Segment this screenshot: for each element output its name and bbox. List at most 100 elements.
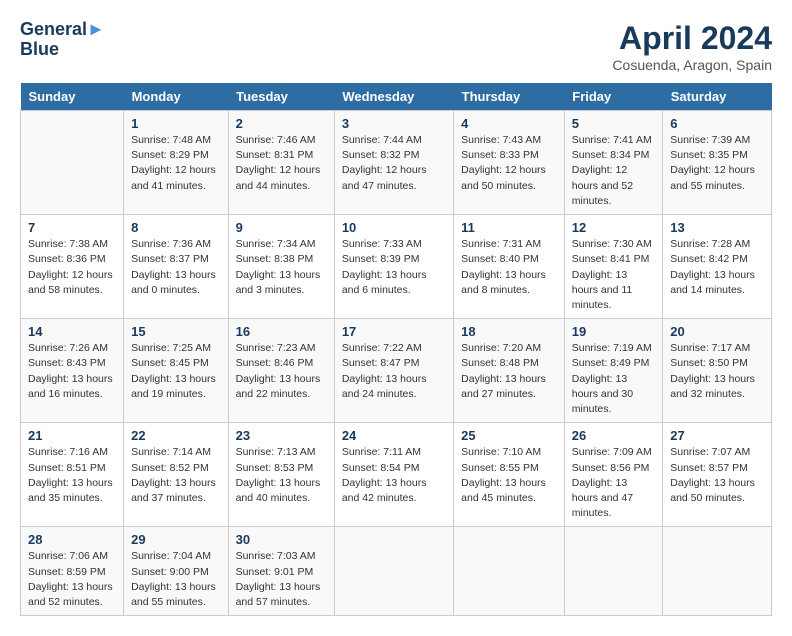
day-number: 12 (572, 220, 655, 235)
calendar-cell: 3 Sunrise: 7:44 AMSunset: 8:32 PMDaylight… (334, 111, 453, 215)
day-info: Sunrise: 7:06 AMSunset: 8:59 PMDaylight:… (28, 549, 116, 610)
calendar-cell: 24 Sunrise: 7:11 AMSunset: 8:54 PMDayligh… (334, 423, 453, 527)
day-info: Sunrise: 7:23 AMSunset: 8:46 PMDaylight:… (236, 341, 327, 402)
calendar-cell: 28 Sunrise: 7:06 AMSunset: 8:59 PMDayligh… (21, 527, 124, 616)
day-info: Sunrise: 7:31 AMSunset: 8:40 PMDaylight:… (461, 237, 557, 298)
day-number: 14 (28, 324, 116, 339)
day-number: 8 (131, 220, 221, 235)
day-number: 16 (236, 324, 327, 339)
day-info: Sunrise: 7:17 AMSunset: 8:50 PMDaylight:… (670, 341, 764, 402)
day-number: 28 (28, 532, 116, 547)
calendar-cell: 7Sunrise: 7:38 AMSunset: 8:36 PMDaylight… (21, 215, 124, 319)
calendar-cell: 23Sunrise: 7:13 AMSunset: 8:53 PMDayligh… (228, 423, 334, 527)
day-info: Sunrise: 7:46 AMSunset: 8:31 PMDaylight:… (236, 133, 327, 194)
day-info: Sunrise: 7:10 AMSunset: 8:55 PMDaylight:… (461, 445, 557, 506)
day-header-saturday: Saturday (663, 83, 772, 111)
calendar-cell: 18 Sunrise: 7:20 AMSunset: 8:48 PMDayligh… (454, 319, 565, 423)
day-number: 22 (131, 428, 221, 443)
day-number: 29 (131, 532, 221, 547)
day-header-thursday: Thursday (454, 83, 565, 111)
day-header-wednesday: Wednesday (334, 83, 453, 111)
day-info: Sunrise: 7:44 AMSunset: 8:32 PMDaylight:… (342, 133, 446, 194)
day-number: 30 (236, 532, 327, 547)
day-info: Sunrise: 7:38 AMSunset: 8:36 PMDaylight:… (28, 237, 116, 298)
day-info: Sunrise: 7:43 AMSunset: 8:33 PMDaylight:… (461, 133, 557, 194)
page-header: General►Blue April 2024 Cosuenda, Aragon… (20, 20, 772, 73)
day-info: Sunrise: 7:14 AMSunset: 8:52 PMDaylight:… (131, 445, 221, 506)
calendar-cell: 22 Sunrise: 7:14 AMSunset: 8:52 PMDayligh… (124, 423, 229, 527)
calendar-cell: 20 Sunrise: 7:17 AMSunset: 8:50 PMDayligh… (663, 319, 772, 423)
calendar-cell (334, 527, 453, 616)
day-number: 20 (670, 324, 764, 339)
day-info: Sunrise: 7:34 AMSunset: 8:38 PMDaylight:… (236, 237, 327, 298)
calendar-cell (454, 527, 565, 616)
calendar-cell: 12 Sunrise: 7:30 AMSunset: 8:41 PMDayligh… (564, 215, 662, 319)
title-block: April 2024 Cosuenda, Aragon, Spain (612, 20, 772, 73)
subtitle: Cosuenda, Aragon, Spain (612, 57, 772, 73)
day-header-tuesday: Tuesday (228, 83, 334, 111)
day-number: 10 (342, 220, 446, 235)
day-info: Sunrise: 7:03 AMSunset: 9:01 PMDaylight:… (236, 549, 327, 610)
day-info: Sunrise: 7:04 AMSunset: 9:00 PMDaylight:… (131, 549, 221, 610)
calendar-week-row: 21 Sunrise: 7:16 AMSunset: 8:51 PMDayligh… (21, 423, 772, 527)
day-info: Sunrise: 7:07 AMSunset: 8:57 PMDaylight:… (670, 445, 764, 506)
calendar-cell: 6 Sunrise: 7:39 AMSunset: 8:35 PMDaylight… (663, 111, 772, 215)
day-number: 6 (670, 116, 764, 131)
calendar-cell: 30 Sunrise: 7:03 AMSunset: 9:01 PMDayligh… (228, 527, 334, 616)
calendar-week-row: 7Sunrise: 7:38 AMSunset: 8:36 PMDaylight… (21, 215, 772, 319)
day-info: Sunrise: 7:36 AMSunset: 8:37 PMDaylight:… (131, 237, 221, 298)
day-number: 24 (342, 428, 446, 443)
day-number: 26 (572, 428, 655, 443)
day-number: 5 (572, 116, 655, 131)
calendar-header-row: SundayMondayTuesdayWednesdayThursdayFrid… (21, 83, 772, 111)
day-number: 19 (572, 324, 655, 339)
day-info: Sunrise: 7:20 AMSunset: 8:48 PMDaylight:… (461, 341, 557, 402)
calendar-cell: 25Sunrise: 7:10 AMSunset: 8:55 PMDayligh… (454, 423, 565, 527)
calendar-cell: 26 Sunrise: 7:09 AMSunset: 8:56 PMDayligh… (564, 423, 662, 527)
day-info: Sunrise: 7:09 AMSunset: 8:56 PMDaylight:… (572, 445, 655, 521)
day-number: 9 (236, 220, 327, 235)
calendar-cell: 21 Sunrise: 7:16 AMSunset: 8:51 PMDayligh… (21, 423, 124, 527)
day-header-monday: Monday (124, 83, 229, 111)
day-info: Sunrise: 7:48 AMSunset: 8:29 PMDaylight:… (131, 133, 221, 194)
day-info: Sunrise: 7:30 AMSunset: 8:41 PMDaylight:… (572, 237, 655, 313)
day-number: 27 (670, 428, 764, 443)
day-number: 18 (461, 324, 557, 339)
calendar-week-row: 28 Sunrise: 7:06 AMSunset: 8:59 PMDayligh… (21, 527, 772, 616)
calendar-cell: 15 Sunrise: 7:25 AMSunset: 8:45 PMDayligh… (124, 319, 229, 423)
calendar-cell (663, 527, 772, 616)
day-info: Sunrise: 7:22 AMSunset: 8:47 PMDaylight:… (342, 341, 446, 402)
main-title: April 2024 (612, 20, 772, 57)
day-number: 15 (131, 324, 221, 339)
calendar-week-row: 14 Sunrise: 7:26 AMSunset: 8:43 PMDayligh… (21, 319, 772, 423)
day-number: 13 (670, 220, 764, 235)
day-info: Sunrise: 7:16 AMSunset: 8:51 PMDaylight:… (28, 445, 116, 506)
calendar-cell (564, 527, 662, 616)
day-number: 4 (461, 116, 557, 131)
calendar-cell: 17 Sunrise: 7:22 AMSunset: 8:47 PMDayligh… (334, 319, 453, 423)
day-info: Sunrise: 7:25 AMSunset: 8:45 PMDaylight:… (131, 341, 221, 402)
day-info: Sunrise: 7:39 AMSunset: 8:35 PMDaylight:… (670, 133, 764, 194)
calendar-cell: 5Sunrise: 7:41 AMSunset: 8:34 PMDaylight… (564, 111, 662, 215)
calendar-cell: 29 Sunrise: 7:04 AMSunset: 9:00 PMDayligh… (124, 527, 229, 616)
calendar-cell: 16 Sunrise: 7:23 AMSunset: 8:46 PMDayligh… (228, 319, 334, 423)
day-info: Sunrise: 7:33 AMSunset: 8:39 PMDaylight:… (342, 237, 446, 298)
calendar-cell: 11Sunrise: 7:31 AMSunset: 8:40 PMDayligh… (454, 215, 565, 319)
calendar-cell: 2 Sunrise: 7:46 AMSunset: 8:31 PMDaylight… (228, 111, 334, 215)
calendar-cell: 1Sunrise: 7:48 AMSunset: 8:29 PMDaylight… (124, 111, 229, 215)
day-info: Sunrise: 7:26 AMSunset: 8:43 PMDaylight:… (28, 341, 116, 402)
logo: General►Blue (20, 20, 105, 60)
logo-text: General►Blue (20, 20, 105, 60)
day-number: 21 (28, 428, 116, 443)
calendar-week-row: 1Sunrise: 7:48 AMSunset: 8:29 PMDaylight… (21, 111, 772, 215)
calendar-cell (21, 111, 124, 215)
calendar-table: SundayMondayTuesdayWednesdayThursdayFrid… (20, 83, 772, 616)
day-header-friday: Friday (564, 83, 662, 111)
day-number: 2 (236, 116, 327, 131)
day-number: 17 (342, 324, 446, 339)
day-info: Sunrise: 7:28 AMSunset: 8:42 PMDaylight:… (670, 237, 764, 298)
day-info: Sunrise: 7:11 AMSunset: 8:54 PMDaylight:… (342, 445, 446, 506)
calendar-cell: 14 Sunrise: 7:26 AMSunset: 8:43 PMDayligh… (21, 319, 124, 423)
day-number: 3 (342, 116, 446, 131)
calendar-cell: 8 Sunrise: 7:36 AMSunset: 8:37 PMDaylight… (124, 215, 229, 319)
